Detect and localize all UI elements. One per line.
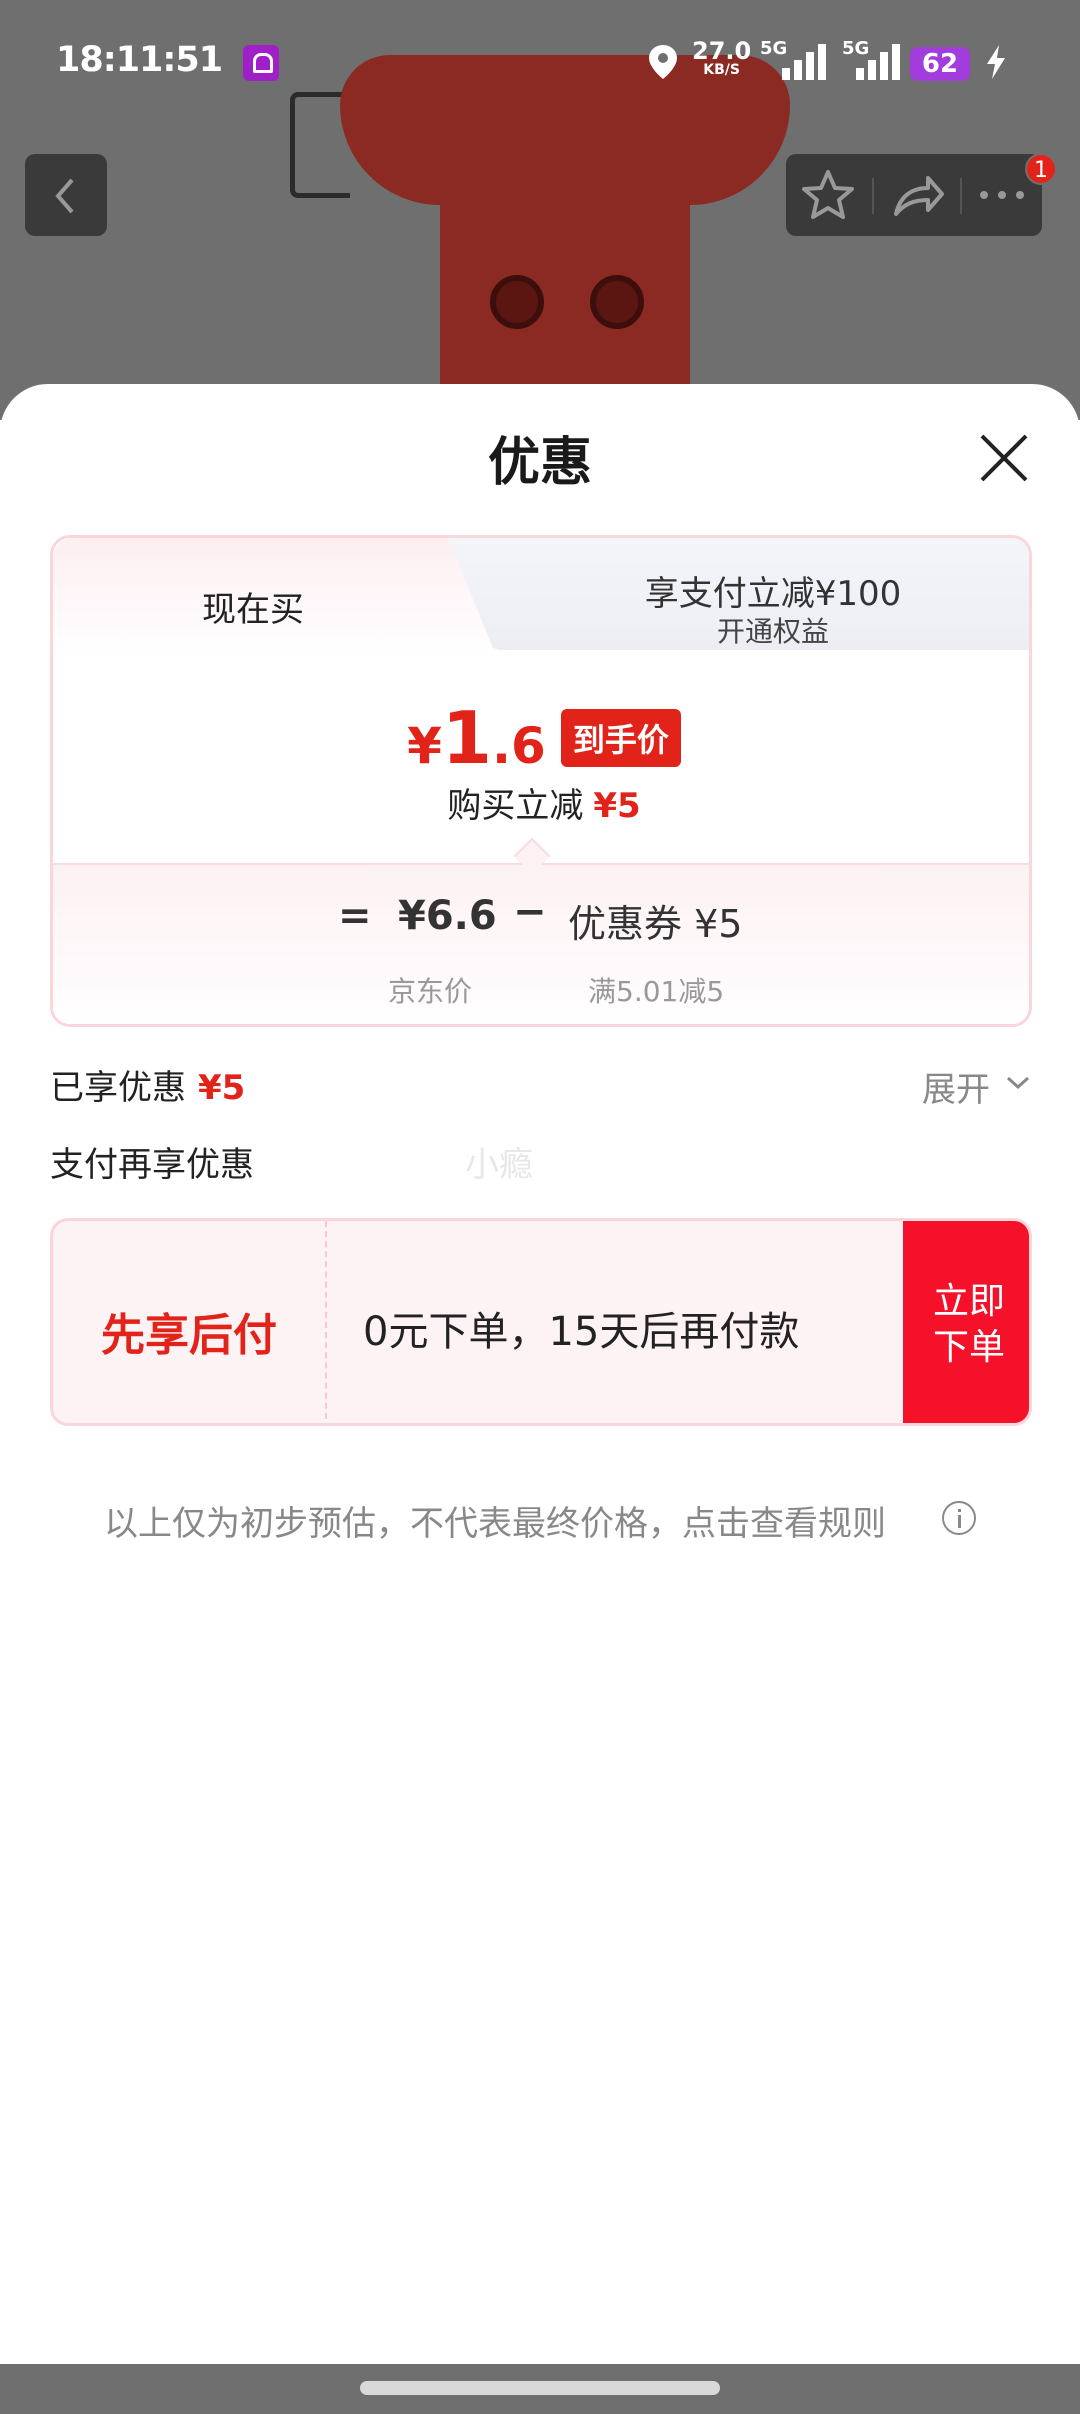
charging-icon xyxy=(987,45,1005,79)
tab-buy-now-label: 现在买 xyxy=(202,590,304,630)
reduction-label: 购买立减 xyxy=(447,786,584,826)
star-icon xyxy=(802,170,854,219)
battery-icon: 62 xyxy=(910,47,970,81)
price-breakdown: = ¥6.6 − 优惠券 ¥5 京东价 满5.01减5 xyxy=(53,863,1029,1024)
final-price-row: ¥1.6 到手价 xyxy=(53,696,1029,780)
info-icon[interactable] xyxy=(942,1501,976,1535)
enjoyed-discount: 已享优惠 ¥5 xyxy=(50,1060,245,1109)
disclaimer-link[interactable]: 以上仅为初步预估，不代表最终价格，点击查看规则 xyxy=(104,1496,886,1545)
order-now-button[interactable]: 立即 下单 xyxy=(903,1221,1029,1423)
status-bar: 18:11:51 27.0 KB/S 5G 5G 62 xyxy=(0,0,1080,125)
status-time: 18:11:51 xyxy=(56,40,223,80)
signal-icon xyxy=(856,44,900,80)
back-button[interactable] xyxy=(25,154,107,236)
hammer-handle xyxy=(440,170,690,420)
network-speed: 27.0 KB/S xyxy=(692,37,752,78)
share-button[interactable] xyxy=(874,154,959,236)
coupon-rule: 满5.01减5 xyxy=(588,975,725,1008)
bell-icon xyxy=(243,45,279,81)
order-now-line1: 立即 xyxy=(932,1281,1005,1322)
coupon-value: 优惠券 ¥5 xyxy=(568,902,743,946)
enjoyed-label: 已享优惠 xyxy=(50,1068,186,1108)
equals-sign: = xyxy=(338,893,372,939)
price-integer: 1 xyxy=(441,696,492,780)
close-icon[interactable] xyxy=(976,430,1032,486)
speed-value: 27.0 xyxy=(692,37,752,65)
signal-icon xyxy=(782,44,826,80)
sheet-title: 优惠 xyxy=(487,433,592,493)
payment-extra-discount-label: 支付再享优惠 xyxy=(50,1145,254,1185)
hammer-bolt xyxy=(590,275,644,329)
hammer-bolt xyxy=(490,275,544,329)
nav-actions xyxy=(786,154,1042,236)
tab-payment-subtitle: 开通权益 xyxy=(716,615,829,648)
message-badge: 1 xyxy=(1025,153,1057,185)
gesture-bar xyxy=(0,2364,1080,2414)
home-indicator[interactable] xyxy=(360,2381,720,2395)
share-icon xyxy=(894,176,944,216)
tab-payment-title: 享支付立减¥100 xyxy=(644,574,902,614)
favorite-button[interactable] xyxy=(786,154,871,236)
price-card: 现在买 享支付立减¥100 开通权益 ¥1.6 到手价 购买立减 ¥5 = ¥6.… xyxy=(50,535,1032,1027)
location-icon xyxy=(649,45,677,79)
jd-price-value: ¥6.6 xyxy=(398,893,497,939)
enjoyed-amount: ¥5 xyxy=(198,1068,246,1108)
jd-price-label: 京东价 xyxy=(388,975,473,1008)
back-icon xyxy=(55,178,74,214)
order-now-line2: 下单 xyxy=(932,1327,1005,1368)
price-currency: ¥ xyxy=(407,717,442,775)
watermark: 小瘾 xyxy=(465,1145,533,1185)
minus-sign: − xyxy=(513,889,547,935)
dashed-divider xyxy=(325,1221,327,1423)
final-price-tag: 到手价 xyxy=(560,709,681,767)
reduction-amount: ¥5 xyxy=(593,786,641,826)
chevron-down-icon[interactable] xyxy=(1005,1075,1031,1091)
buy-now-pay-later-card[interactable]: 先享后付 0元下单，15天后再付款 立即 下单 xyxy=(50,1218,1032,1426)
price-decimal: .6 xyxy=(492,717,546,775)
purchase-reduction: 购买立减 ¥5 xyxy=(53,778,1029,827)
final-price: ¥1.6 xyxy=(407,696,546,780)
bnpl-title: 先享后付 xyxy=(101,1310,277,1361)
bnpl-description: 0元下单，15天后再付款 xyxy=(363,1309,800,1355)
expand-button[interactable]: 展开 xyxy=(922,1062,990,1111)
